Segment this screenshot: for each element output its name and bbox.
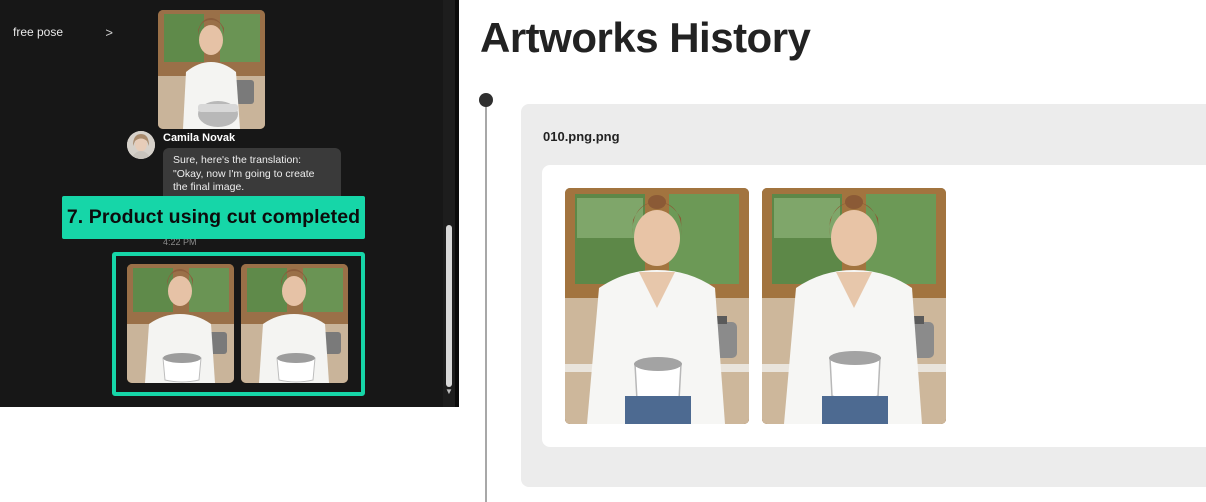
artwork-thumbnail-2[interactable] <box>762 188 946 424</box>
timeline-dot <box>479 93 493 107</box>
chat-image-result-1[interactable] <box>127 264 234 383</box>
history-entry-file-name: 010.png.png <box>543 129 620 144</box>
chat-image-result-1-graphic <box>127 264 234 383</box>
artwork-thumbnail-2-graphic <box>762 188 946 424</box>
panel-divider <box>455 0 459 407</box>
chat-image-previous[interactable] <box>158 10 265 129</box>
chat-image-result-2-graphic <box>241 264 348 383</box>
scroll-down-arrow-icon[interactable]: ▼ <box>444 387 454 397</box>
step-banner: 7. Product using cut completed <box>62 196 365 239</box>
message-line: "Okay, now I'm going to create <box>173 167 315 180</box>
chat-image-previous-graphic <box>158 10 265 129</box>
sidebar-item-free-pose[interactable]: free pose > <box>13 24 113 40</box>
artwork-thumbnail-1[interactable] <box>565 188 749 424</box>
message-line: the final image. <box>173 181 245 193</box>
chat-image-result-2[interactable] <box>241 264 348 383</box>
chevron-right-icon: > <box>105 24 113 40</box>
message-line: Sure, here's the translation: <box>173 154 302 166</box>
timeline-line <box>485 106 487 502</box>
sender-name: Camila Novak <box>163 132 236 144</box>
scrollbar-thumb[interactable] <box>446 225 452 387</box>
chat-panel: free pose > Camila Novak Sure, here's th… <box>0 0 455 407</box>
artwork-thumbnail-1-graphic <box>565 188 749 424</box>
page-title: Artworks History <box>480 14 811 61</box>
avatar-graphic <box>127 131 155 159</box>
sidebar-item-label: free pose <box>13 25 64 39</box>
avatar[interactable] <box>127 131 155 159</box>
